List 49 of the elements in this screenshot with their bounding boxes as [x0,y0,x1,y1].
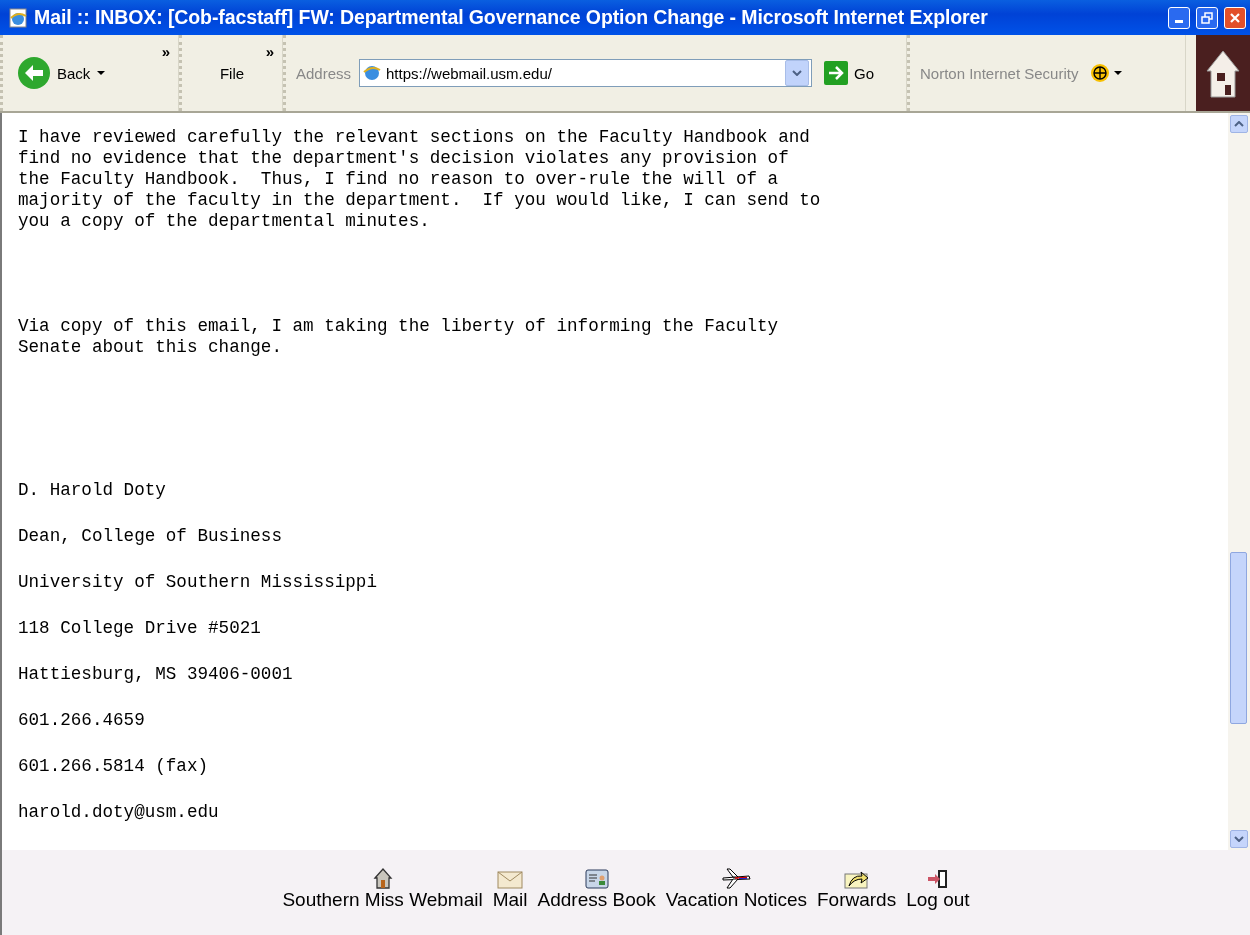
restore-icon [1201,11,1213,24]
signature-line: University of Southern Mississippi [18,572,378,593]
scroll-thumb[interactable] [1230,552,1247,724]
chevron-button[interactable]: » [161,43,170,60]
chevron-down-icon [1234,836,1244,842]
message-paragraph: I have reviewed carefully the relevant sections on the Faculty Handbook and find no evidence that the department's decision violates any provision of the Faculty Handbook. Thus, I find no reason to over-rule the will of a majority of the faculty in the department. If you would like, I can send to you a copy of the departmental minutes. [18,127,822,232]
signature-line: Hattiesburg, MS 39406-0001 [18,664,294,685]
signature-line: Dean, College of Business [18,526,283,547]
chevron-button[interactable]: » [265,43,274,60]
chevron-down-icon [792,70,803,76]
nav-link[interactable]: Address Book [537,857,656,911]
airplane-icon [721,867,752,889]
go-button[interactable]: Go [820,57,879,89]
browser-icon [8,7,28,28]
caret-icon [96,70,107,76]
scrollbar[interactable] [1228,113,1250,850]
nav-link[interactable]: Vacation Notices [665,857,807,911]
message-paragraph: Via copy of this email, I am taking the liberty of informing the Faculty Senate about this change. [18,316,780,358]
signature-line: 601.266.4659 [18,710,146,731]
signature-line: 118 College Drive #5021 [18,618,262,639]
nav-link[interactable]: Southern Miss Webmail [282,857,483,911]
arrow-right-icon [824,61,849,85]
scroll-down-button[interactable] [1230,830,1248,848]
globe-page-icon [362,63,383,83]
close-button[interactable] [1224,6,1246,29]
nav-link[interactable]: Mail [492,857,528,911]
signature-line: harold.doty@usm.edu [18,802,220,823]
back-button[interactable]: Back [13,52,111,94]
nav-link[interactable]: Log out [906,857,970,911]
address-field[interactable]: https://webmail.usm.edu/ [359,59,813,87]
window-title: Mail :: INBOX: [Cob-facstaff] FW: Departmental Governance Option Change - Microsoft Internet Explorer [34,6,989,29]
restore-button[interactable] [1196,6,1218,29]
signature-line: D. Harold Doty [18,480,167,501]
dropdown-button[interactable] [785,60,810,86]
minimize-button[interactable] [1168,6,1190,29]
address-label: Address [296,64,352,82]
forward-arrow-icon [843,869,870,889]
contact-card-icon [584,869,609,889]
envelope-icon [497,871,524,889]
minimize-icon [1175,20,1183,23]
chevron-up-icon [1234,121,1244,127]
nav-link[interactable]: Forwards [817,857,897,911]
norton-label: Norton Internet Security [920,64,1079,82]
file-menu[interactable]: File [215,60,249,86]
close-icon [1229,11,1241,24]
signature-line: 601.266.5814 (fax) [18,756,210,777]
door-arrow-icon [926,869,949,889]
house-icon [372,867,393,889]
scroll-up-button[interactable] [1230,115,1248,133]
